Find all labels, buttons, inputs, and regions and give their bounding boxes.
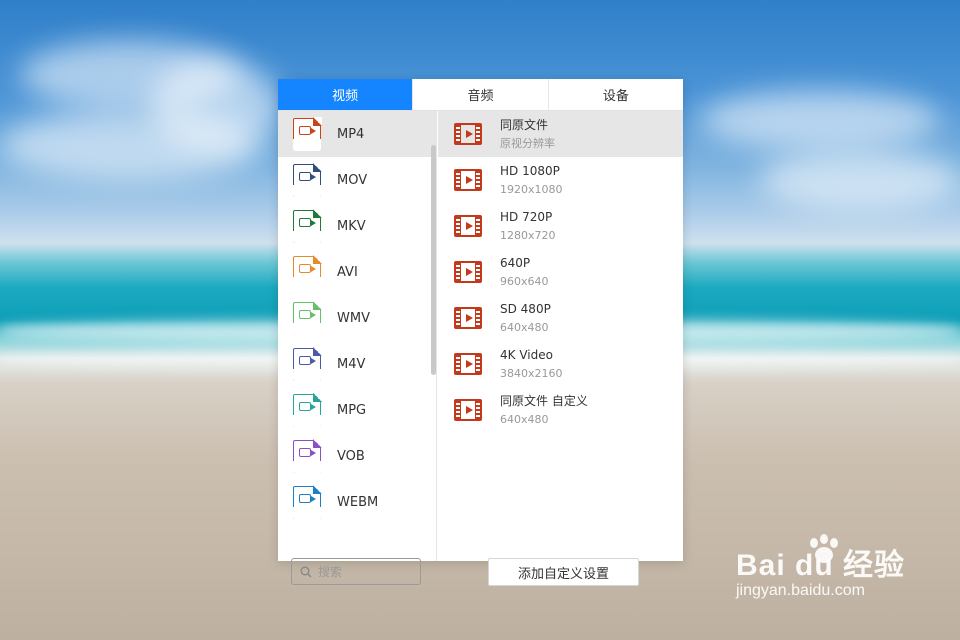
baidu-jingyan-watermark: Bai du 经验 jingyan.baidu.com (736, 534, 905, 600)
video-file-icon: AVI (293, 254, 322, 289)
format-item-webm[interactable]: WEBM WEBM (278, 479, 436, 525)
file-type-tag: AVI (293, 276, 321, 289)
preset-item[interactable]: HD 1080P 1920x1080 (438, 157, 683, 203)
preset-name: 同原文件 自定义 (500, 393, 588, 408)
film-icon (454, 215, 482, 237)
tab-label: 音频 (467, 89, 494, 104)
preset-resolution: 640x480 (500, 320, 549, 334)
video-file-icon: MKV (293, 208, 322, 243)
film-icon (454, 399, 482, 421)
format-item-mov[interactable]: MOV MOV (278, 157, 436, 203)
format-label: WEBM (337, 494, 379, 510)
format-item-mkv[interactable]: MKV MKV (278, 203, 436, 249)
search-input[interactable] (318, 564, 414, 579)
format-item-wmv[interactable]: WMV WMV (278, 295, 436, 341)
preset-item[interactable]: 4K Video 3840x2160 (438, 341, 683, 387)
preset-name: HD 1080P (500, 163, 560, 178)
format-label: M4V (337, 356, 366, 372)
video-file-icon: M4V (293, 346, 322, 381)
preset-item[interactable]: 同原文件 原视分辨率 (438, 111, 683, 157)
preset-item[interactable]: SD 480P 640x480 (438, 295, 683, 341)
preset-item[interactable]: 同原文件 自定义 640x480 (438, 387, 683, 433)
preset-name: 4K Video (500, 347, 553, 362)
preset-name: SD 480P (500, 301, 551, 316)
video-file-icon: MP4 (293, 116, 322, 151)
file-type-tag: MP4 (293, 138, 321, 151)
format-picker-panel: 视频 音频 设备 MP4 MP4 MOV MOV MKV MKV AVI AVI WMV WMV M… (278, 79, 683, 586)
add-custom-setting-button[interactable]: 添加自定义设置 (488, 558, 639, 586)
format-item-mpg[interactable]: MPG MPG (278, 387, 436, 433)
film-icon (454, 169, 482, 191)
video-file-icon: WMV (293, 300, 322, 335)
search-box (291, 558, 421, 585)
file-type-tag: MPG (293, 414, 321, 427)
preset-resolution: 960x640 (500, 274, 549, 288)
paw-logo-icon (810, 534, 838, 563)
preset-name: 同原文件 (500, 117, 549, 132)
format-label: MPG (337, 402, 367, 418)
video-file-icon: MOV (293, 162, 322, 197)
preset-name: HD 720P (500, 209, 553, 224)
format-item-m4v[interactable]: M4V M4V (278, 341, 436, 387)
film-icon (454, 353, 482, 375)
watermark-url: jingyan.baidu.com (736, 582, 865, 599)
format-label: MOV (337, 172, 368, 188)
preset-item[interactable]: HD 720P 1280x720 (438, 203, 683, 249)
tab-audio[interactable]: 音频 (412, 79, 548, 110)
format-item-avi[interactable]: AVI AVI (278, 249, 436, 295)
format-list-scrollbar[interactable] (431, 145, 436, 375)
film-icon (454, 307, 482, 329)
file-type-tag: M4V (293, 368, 321, 381)
film-icon (454, 123, 482, 145)
preset-item[interactable]: 640P 960x640 (438, 249, 683, 295)
video-file-icon: MPG (293, 392, 322, 427)
format-item-mp4[interactable]: MP4 MP4 (278, 111, 436, 157)
preset-resolution: 1920x1080 (500, 182, 563, 196)
tab-video[interactable]: 视频 (278, 79, 413, 110)
file-type-tag: VOB (293, 460, 321, 473)
search-icon (300, 566, 312, 578)
tab-bar: 视频 音频 设备 (278, 79, 683, 111)
tab-device[interactable]: 设备 (547, 79, 683, 110)
file-type-tag: MOV (293, 184, 321, 197)
preset-list: 同原文件原视分辨率 HD 1080P 1920x1080 HD 720P 1280x72… (438, 111, 683, 586)
tab-label: 视频 (332, 89, 359, 104)
file-type-tag: WEBM (293, 506, 321, 519)
format-label: VOB (337, 448, 365, 464)
format-label: WMV (337, 310, 370, 326)
format-item-vob[interactable]: VOB VOB (278, 433, 436, 479)
format-label: AVI (337, 264, 358, 280)
preset-name: 640P (500, 255, 531, 270)
video-file-icon: WEBM (293, 484, 322, 519)
format-list: MP4 MP4 MOV MOV MKV MKV AVI AVI WMV WMV M4V M4V MPG M… (278, 111, 437, 585)
video-file-icon: VOB (293, 438, 322, 473)
file-type-tag: MKV (293, 230, 321, 243)
preset-resolution: 原视分辨率 (500, 136, 555, 150)
format-label: MKV (337, 218, 366, 234)
tab-label: 设备 (602, 89, 629, 104)
film-icon (454, 261, 482, 283)
format-label: MP4 (337, 126, 365, 142)
preset-resolution: 640x480 (500, 412, 549, 426)
preset-resolution: 3840x2160 (500, 366, 563, 380)
file-type-tag: WMV (293, 322, 321, 335)
preset-resolution: 1280x720 (500, 228, 556, 242)
